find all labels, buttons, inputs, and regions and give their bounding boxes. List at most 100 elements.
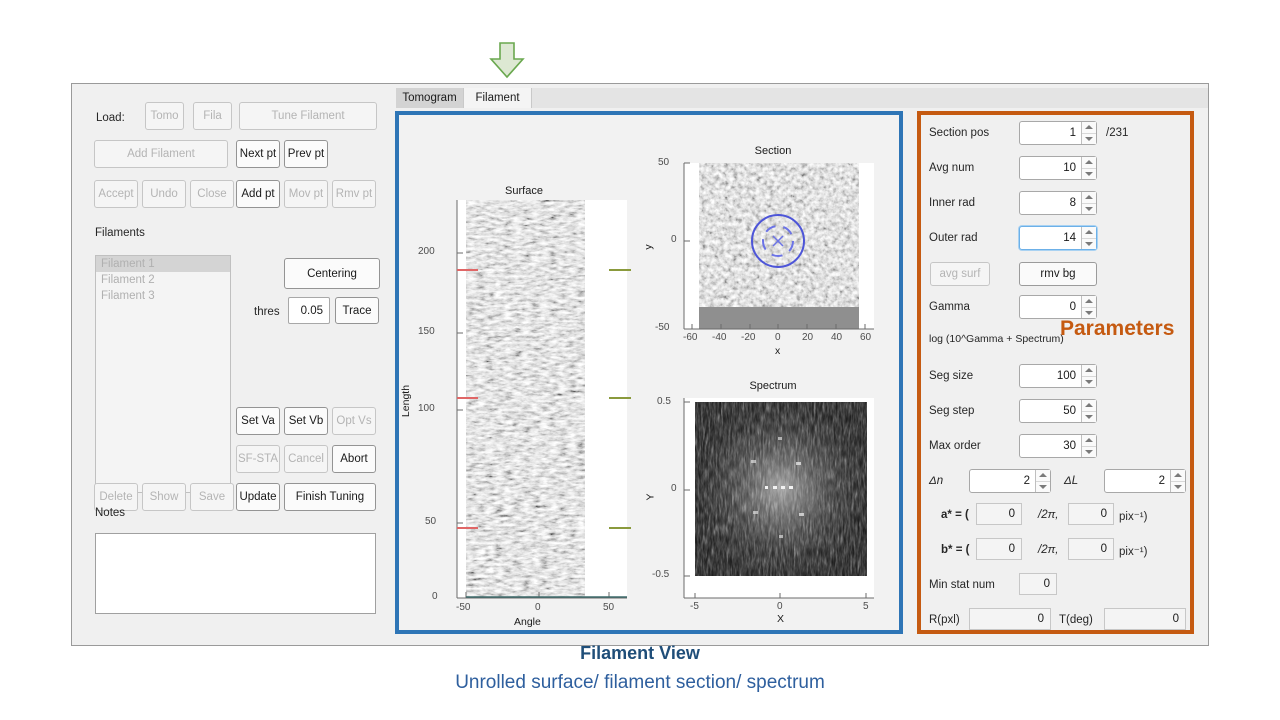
chevron-down-icon[interactable]	[1082, 411, 1096, 422]
trace-button[interactable]: Trace	[335, 297, 379, 324]
delta-n-spinner[interactable]: 2	[969, 469, 1051, 493]
inner-rad-value[interactable]: 8	[1020, 192, 1081, 214]
seg-step-spinner[interactable]: 50	[1019, 399, 1097, 423]
chevron-up-icon[interactable]	[1082, 400, 1096, 412]
avg-num-value[interactable]: 10	[1020, 157, 1081, 179]
chevron-up-icon[interactable]	[1082, 227, 1096, 239]
chevron-up-icon[interactable]	[1082, 192, 1096, 204]
t-deg-value[interactable]: 0	[1104, 608, 1186, 630]
chevron-down-icon[interactable]	[1082, 376, 1096, 387]
gamma-value[interactable]: 0	[1020, 296, 1081, 318]
chevron-up-icon[interactable]	[1082, 435, 1096, 447]
set-vb-button[interactable]: Set Vb	[284, 407, 328, 435]
inner-rad-spinner[interactable]: 8	[1019, 191, 1097, 215]
tune-filament-button[interactable]: Tune Filament	[239, 102, 377, 130]
delta-L-value[interactable]: 2	[1105, 470, 1170, 492]
caption-subtitle: Unrolled surface/ filament section/ spec…	[455, 672, 825, 693]
set-va-button[interactable]: Set Va	[236, 407, 280, 435]
add-pt-button[interactable]: Add pt	[236, 180, 280, 208]
spectrum-xaxis-label: X	[777, 613, 785, 625]
save-button[interactable]: Save	[190, 483, 234, 511]
show-button[interactable]: Show	[142, 483, 186, 511]
b-star-value1[interactable]: 0	[976, 538, 1022, 560]
outer-rad-spinner[interactable]: 14	[1019, 226, 1097, 250]
notes-textarea[interactable]	[95, 533, 376, 614]
seg-step-arrows[interactable]	[1081, 400, 1096, 422]
chevron-down-icon[interactable]	[1082, 446, 1096, 457]
section-yaxis-label: y	[642, 244, 655, 250]
cancel-button[interactable]: Cancel	[284, 445, 328, 473]
r-pxl-value[interactable]: 0	[969, 608, 1051, 630]
list-item[interactable]: Filament 3	[96, 288, 230, 304]
max-order-spinner[interactable]: 30	[1019, 434, 1097, 458]
spectrum-plot[interactable]: Spectrum 0.5 0 -0.5 -5 0 5 X Y	[645, 380, 899, 625]
chevron-up-icon[interactable]	[1082, 122, 1096, 134]
prev-pt-button[interactable]: Prev pt	[284, 140, 328, 168]
mov-pt-button[interactable]: Mov pt	[284, 180, 328, 208]
section-pos-spinner[interactable]: 1	[1019, 121, 1097, 145]
chevron-down-icon[interactable]	[1082, 238, 1096, 249]
next-pt-button[interactable]: Next pt	[236, 140, 280, 168]
gamma-spinner[interactable]: 0	[1019, 295, 1097, 319]
chevron-down-icon[interactable]	[1082, 168, 1096, 179]
finish-tuning-button[interactable]: Finish Tuning	[284, 483, 376, 511]
chevron-up-icon[interactable]	[1036, 470, 1050, 482]
tab-tomogram[interactable]: Tomogram	[396, 88, 464, 108]
chevron-down-icon[interactable]	[1082, 133, 1096, 144]
tab-filament[interactable]: Filament	[464, 88, 532, 108]
delta-L-label: ΔL	[1064, 475, 1079, 487]
sf-sta-button[interactable]: SF-STA	[236, 445, 280, 473]
max-order-value[interactable]: 30	[1020, 435, 1081, 457]
load-fila-button[interactable]: Fila	[193, 102, 232, 130]
chevron-up-icon[interactable]	[1171, 470, 1185, 482]
min-stat-num-value[interactable]: 0	[1019, 573, 1057, 595]
delta-n-value[interactable]: 2	[970, 470, 1035, 492]
delta-n-arrows[interactable]	[1035, 470, 1050, 492]
add-filament-button[interactable]: Add Filament	[94, 140, 228, 168]
list-item[interactable]: Filament 2	[96, 272, 230, 288]
chevron-up-icon[interactable]	[1082, 296, 1096, 308]
seg-step-value[interactable]: 50	[1020, 400, 1081, 422]
thres-label: thres	[254, 306, 280, 318]
chevron-up-icon[interactable]	[1082, 365, 1096, 377]
chevron-up-icon[interactable]	[1082, 157, 1096, 169]
seg-size-spinner[interactable]: 100	[1019, 364, 1097, 388]
update-button[interactable]: Update	[236, 483, 280, 511]
rmv-pt-button[interactable]: Rmv pt	[332, 180, 376, 208]
chevron-down-icon[interactable]	[1036, 481, 1050, 492]
chevron-down-icon[interactable]	[1171, 481, 1185, 492]
avg-num-arrows[interactable]	[1081, 157, 1096, 179]
seg-size-value[interactable]: 100	[1020, 365, 1081, 387]
seg-size-arrows[interactable]	[1081, 365, 1096, 387]
max-order-arrows[interactable]	[1081, 435, 1096, 457]
a-star-value1[interactable]: 0	[976, 503, 1022, 525]
list-item[interactable]: Filament 1	[96, 256, 230, 272]
close-button[interactable]: Close	[190, 180, 234, 208]
surface-plot[interactable]: Surface 200 150 100 50 0 -50 0 50 Angle …	[400, 145, 644, 628]
section-plot[interactable]: Section 50 0 -50 -60 -40 -20 0 20 40 60 …	[643, 145, 899, 375]
outer-rad-value[interactable]: 14	[1020, 227, 1081, 249]
chevron-down-icon[interactable]	[1082, 203, 1096, 214]
rmv-bg-button[interactable]: rmv bg	[1019, 262, 1097, 286]
delta-L-spinner[interactable]: 2	[1104, 469, 1186, 493]
accept-button[interactable]: Accept	[94, 180, 138, 208]
opt-vs-button[interactable]: Opt Vs	[332, 407, 376, 435]
thres-input[interactable]: 0.05	[288, 297, 330, 324]
centering-button[interactable]: Centering	[284, 258, 380, 289]
max-order-label: Max order	[929, 440, 981, 452]
section-pos-value[interactable]: 1	[1020, 122, 1081, 144]
abort-button[interactable]: Abort	[332, 445, 376, 473]
b-star-value2[interactable]: 0	[1068, 538, 1114, 560]
load-tomo-button[interactable]: Tomo	[145, 102, 184, 130]
undo-button[interactable]: Undo	[142, 180, 186, 208]
delta-L-arrows[interactable]	[1170, 470, 1185, 492]
outer-rad-arrows[interactable]	[1081, 227, 1096, 249]
filament-listbox[interactable]: Filament 1 Filament 2 Filament 3	[95, 255, 231, 493]
section-pos-arrows[interactable]	[1081, 122, 1096, 144]
a-star-value2[interactable]: 0	[1068, 503, 1114, 525]
avg-num-spinner[interactable]: 10	[1019, 156, 1097, 180]
gamma-arrows[interactable]	[1081, 296, 1096, 318]
inner-rad-arrows[interactable]	[1081, 192, 1096, 214]
inner-rad-label: Inner rad	[929, 197, 976, 209]
avg-surf-button[interactable]: avg surf	[930, 262, 990, 286]
